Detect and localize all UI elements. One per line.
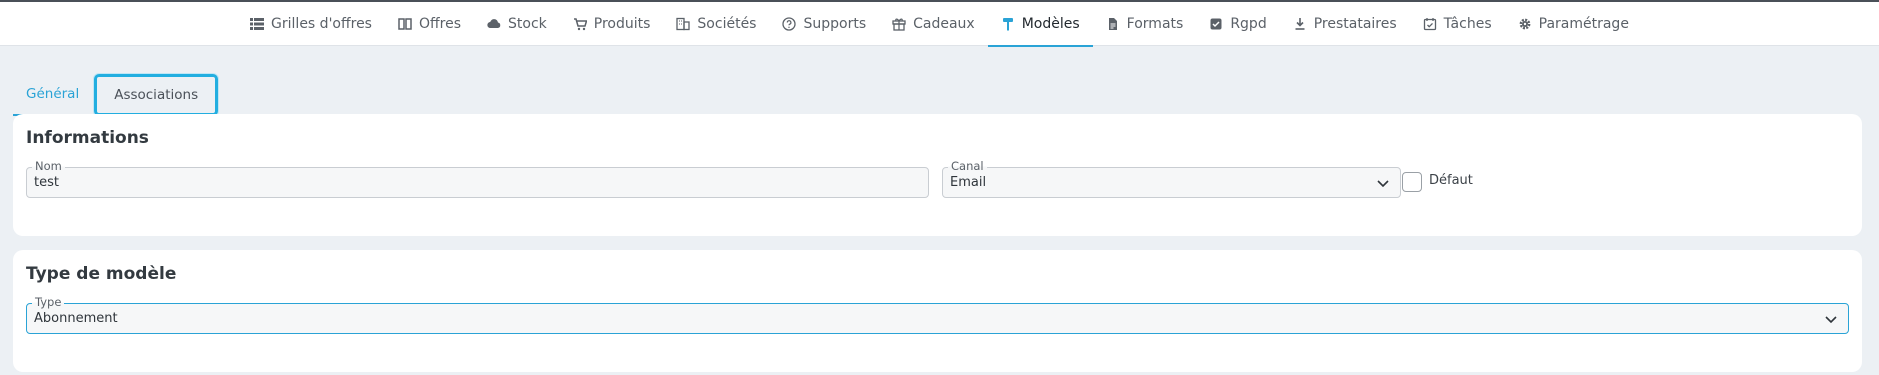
nav-item-label: Sociétés — [697, 16, 757, 32]
nav-item-taches[interactable]: Tâches — [1410, 2, 1505, 46]
nav-item-label: Paramétrage — [1538, 16, 1629, 32]
defaut-label: Défaut — [1429, 173, 1473, 188]
tab-associations[interactable]: Associations — [94, 74, 219, 116]
field-value: Email — [950, 175, 987, 190]
nav-item-label: Offres — [418, 16, 462, 32]
download-icon — [1293, 17, 1307, 31]
chevron-down-icon — [1825, 316, 1837, 324]
field-value: test — [34, 175, 59, 190]
nav-item-formats[interactable]: Formats — [1093, 2, 1197, 46]
nav-item-label: Formats — [1126, 16, 1184, 32]
gear-icon — [1518, 17, 1532, 31]
canal-select[interactable]: Canal Email — [942, 159, 1401, 198]
book-icon — [398, 17, 412, 31]
grid-icon — [250, 17, 265, 31]
nav-item-label: Grilles d'offres — [271, 16, 372, 32]
paint-roller-icon — [1001, 17, 1015, 31]
nav-item-societes[interactable]: Sociétés — [663, 2, 769, 46]
nav-item-label: Modèles — [1021, 16, 1080, 32]
section-title: Informations — [26, 128, 149, 148]
nav-list: Grilles d'offres Offres Stock Produits S… — [0, 2, 1879, 47]
nav-item-parametrage[interactable]: Paramétrage — [1505, 2, 1642, 46]
nav-item-label: Tâches — [1443, 16, 1492, 32]
nav-item-offres[interactable]: Offres — [385, 2, 474, 46]
calendar-check-icon — [1423, 17, 1437, 31]
field-label: Canal — [948, 159, 987, 173]
defaut-checkbox[interactable] — [1402, 172, 1422, 192]
help-circle-icon — [782, 17, 797, 31]
nav-item-label: Prestataires — [1313, 16, 1397, 32]
nav-item-modeles[interactable]: Modèles — [987, 2, 1093, 47]
nav-item-supports[interactable]: Supports — [769, 2, 879, 46]
nav-item-produits[interactable]: Produits — [560, 2, 664, 46]
field-value: Abonnement — [34, 311, 118, 326]
field-label: Type — [32, 295, 65, 309]
nav-item-label: Stock — [508, 16, 547, 32]
nav-item-stock[interactable]: Stock — [474, 2, 560, 46]
nav-item-label: Supports — [803, 16, 867, 32]
informations-card: Informations Nom test Canal Email Défaut — [13, 114, 1862, 236]
nav-item-label: Rgpd — [1230, 16, 1267, 32]
type-select[interactable]: Type Abonnement — [26, 295, 1849, 334]
file-icon — [1106, 17, 1120, 31]
nav-item-cadeaux[interactable]: Cadeaux — [879, 2, 988, 46]
building-icon — [676, 17, 691, 31]
field-label: Nom — [32, 159, 65, 173]
nav-item-label: Produits — [593, 16, 651, 32]
nav-item-label: Cadeaux — [913, 16, 975, 32]
nav-item-grilles-offres[interactable]: Grilles d'offres — [237, 2, 385, 46]
section-title: Type de modèle — [26, 264, 177, 284]
cloud-icon — [487, 17, 501, 31]
cart-icon — [573, 17, 587, 31]
type-modele-card: Type de modèle Type Abonnement — [13, 250, 1862, 372]
nav-item-prestataires[interactable]: Prestataires — [1280, 2, 1410, 46]
nom-field[interactable]: Nom test — [26, 159, 929, 198]
nav-item-rgpd[interactable]: Rgpd — [1196, 2, 1279, 46]
gift-icon — [892, 17, 906, 31]
tab-bar: Général Associations — [13, 74, 219, 116]
tab-general[interactable]: Général — [13, 74, 93, 116]
chevron-down-icon — [1377, 180, 1389, 188]
check-badge-icon — [1209, 17, 1223, 31]
top-navigation: Grilles d'offres Offres Stock Produits S… — [0, 0, 1879, 47]
